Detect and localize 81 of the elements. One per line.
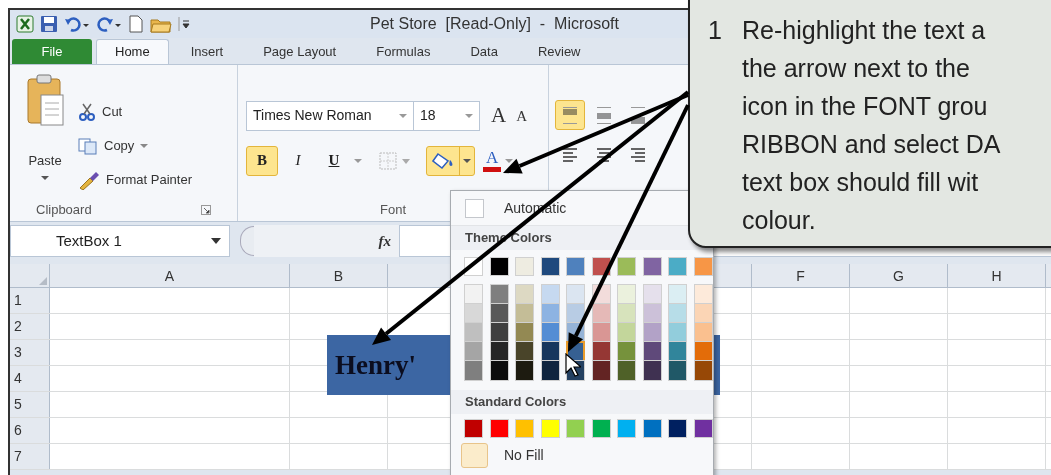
color-swatch[interactable]	[541, 420, 559, 437]
color-swatch[interactable]	[567, 258, 584, 275]
paintbrush-icon[interactable]	[78, 170, 100, 190]
color-swatch[interactable]	[516, 258, 533, 275]
color-swatch[interactable]	[669, 361, 686, 380]
fill-color-button[interactable]	[426, 145, 475, 176]
clipboard-icon[interactable]	[25, 73, 65, 127]
formula-bar-button[interactable]	[240, 226, 254, 256]
step-number: 1	[708, 15, 723, 46]
column-header[interactable]: F	[752, 264, 850, 287]
section-heading: Standard Colors	[465, 393, 567, 412]
shrink-font-button[interactable]: A	[513, 104, 530, 127]
italic-button[interactable]: I	[282, 145, 314, 176]
window-title: Pet Store [Read-Only] - Microsoft	[370, 14, 619, 34]
instruction-text: Re-highlight the text a the arrow next to the icon in the FONT grou RIBBON and select DA text box should fill wit colour.	[742, 15, 1001, 236]
borders-button[interactable]	[378, 150, 412, 171]
color-swatch[interactable]	[694, 258, 712, 275]
save-icon[interactable]	[40, 15, 58, 33]
group-label: Clipboard	[36, 201, 92, 220]
redo-icon[interactable]	[96, 15, 122, 33]
column-header[interactable]: A	[50, 264, 290, 287]
color-swatch[interactable]	[567, 420, 584, 437]
color-swatch[interactable]	[465, 420, 482, 437]
ribbon-tab[interactable]: Insert	[172, 39, 242, 64]
copy-button[interactable]: Copy	[78, 129, 192, 163]
color-swatch[interactable]	[592, 420, 610, 437]
caret-icon[interactable]	[41, 174, 49, 181]
new-document-icon[interactable]	[128, 15, 144, 33]
column-header[interactable]: G	[850, 264, 948, 287]
ribbon-tab[interactable]: File	[12, 39, 92, 64]
column-header[interactable]: B	[290, 264, 388, 287]
color-swatch[interactable]	[490, 361, 508, 380]
column-header[interactable]: H	[948, 264, 1046, 287]
paint-bucket-icon[interactable]	[432, 152, 454, 169]
menu-item[interactable]: No Fill	[451, 437, 713, 468]
font-name-field[interactable]: Times New Roman	[246, 100, 414, 131]
align-icon[interactable]	[597, 148, 611, 162]
excel-logo-icon[interactable]	[16, 15, 34, 33]
color-swatch[interactable]	[465, 361, 482, 380]
color-swatch[interactable]	[592, 361, 610, 380]
format-painter-button[interactable]: Format Painter	[78, 163, 192, 197]
color-swatch[interactable]	[643, 361, 661, 380]
copy-icon[interactable]	[78, 137, 98, 155]
ribbon-tab[interactable]: Data	[452, 39, 516, 64]
color-swatch[interactable]	[618, 361, 635, 380]
color-swatch[interactable]	[643, 420, 661, 437]
ribbon-tab[interactable]: Formulas	[358, 39, 449, 64]
color-swatch[interactable]	[669, 258, 686, 275]
group-label: Font	[380, 201, 406, 220]
undo-icon[interactable]	[64, 15, 90, 33]
insert-function-button[interactable]: fx	[378, 229, 391, 253]
color-swatch[interactable]	[694, 361, 712, 380]
align-icon[interactable]	[563, 148, 577, 162]
caret-icon[interactable]	[463, 157, 471, 164]
name-box[interactable]: TextBox 1	[10, 225, 230, 257]
font-size-field[interactable]: 18	[414, 100, 480, 131]
select-all-icon[interactable]	[39, 277, 47, 285]
align-icon[interactable]	[631, 106, 645, 124]
underline-button[interactable]: U	[318, 145, 350, 176]
grow-font-button[interactable]: A	[488, 100, 510, 132]
ribbon-tab[interactable]: Page Layout	[245, 39, 355, 64]
ribbon-tab[interactable]: Review	[519, 39, 599, 64]
color-swatch[interactable]	[516, 420, 533, 437]
color-swatch[interactable]	[541, 258, 559, 275]
scissors-icon[interactable]	[78, 103, 96, 121]
ribbon-tab[interactable]: Home	[96, 39, 169, 64]
color-swatch[interactable]	[490, 258, 508, 275]
color-swatch[interactable]	[618, 258, 635, 275]
paste-button[interactable]: Paste	[10, 65, 74, 199]
color-swatch[interactable]	[694, 420, 712, 437]
cut-button[interactable]: Cut	[78, 95, 192, 129]
color-swatch[interactable]	[541, 361, 559, 380]
color-swatch[interactable]	[618, 420, 635, 437]
color-swatch[interactable]	[490, 420, 508, 437]
bold-button[interactable]: B	[246, 145, 278, 176]
caret-icon[interactable]	[505, 157, 514, 164]
color-swatch[interactable]	[643, 258, 661, 275]
customize-toolbar-icon[interactable]	[178, 15, 190, 33]
color-swatch[interactable]	[516, 361, 533, 380]
color-swatch[interactable]	[669, 420, 686, 437]
dialog-launcher-icon[interactable]	[201, 205, 211, 215]
